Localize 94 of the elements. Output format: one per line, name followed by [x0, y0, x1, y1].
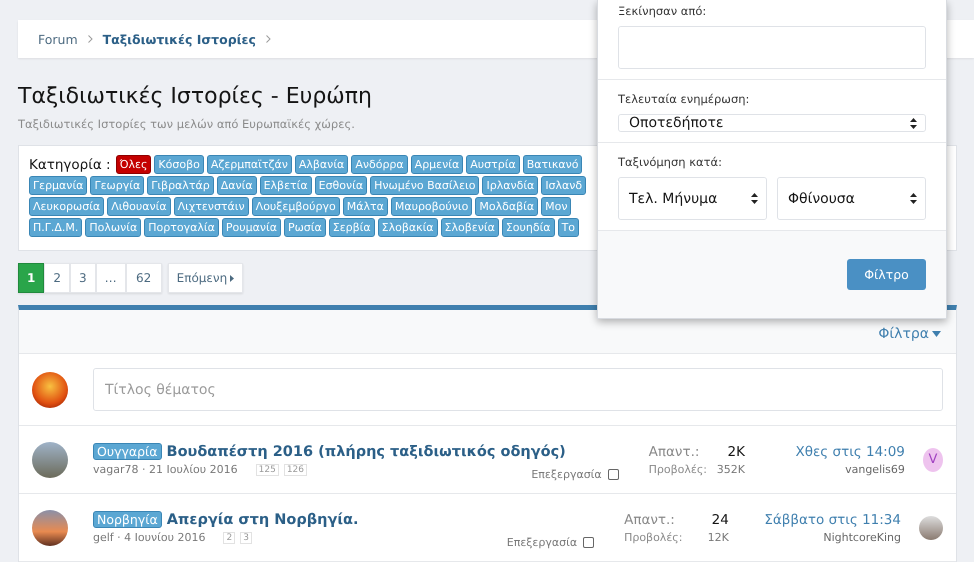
- category-tag[interactable]: Ρουμανία: [222, 218, 281, 237]
- views-label: Προβολές:: [624, 530, 684, 544]
- category-label: Κατηγορία :: [29, 156, 111, 172]
- avatar: [918, 516, 943, 540]
- page-description: Ταξιδιωτικές Ιστορίες των μελών από Ευρωπαϊκές χώρες.: [18, 117, 355, 131]
- field-label: Ταξινόμηση κατά:: [618, 155, 723, 169]
- avatar: [32, 372, 68, 408]
- thread-meta: vagar78 · 21 Ιουλίου 2016: [93, 463, 238, 476]
- page-link[interactable]: 2: [223, 532, 236, 544]
- thread-title[interactable]: Απεργία στη Νορβηγία.: [166, 512, 358, 528]
- category-tag[interactable]: Σλοβακία: [378, 218, 438, 237]
- select-field[interactable]: Τελ. Μήνυμα: [618, 177, 767, 220]
- category-tag[interactable]: Ισλανδ: [541, 176, 586, 195]
- category-tag[interactable]: Μον: [541, 197, 572, 216]
- replies-count: 2K: [726, 444, 745, 460]
- category-tag[interactable]: Γερμανία: [29, 176, 88, 195]
- category-tag[interactable]: Γεωργία: [90, 176, 144, 195]
- started-by-input[interactable]: [618, 26, 926, 69]
- page-link[interactable]: 125: [256, 464, 279, 476]
- page-button[interactable]: …: [96, 263, 126, 293]
- views-count: 352K: [716, 462, 745, 476]
- up-down-caret-icon: [910, 193, 917, 204]
- page-link[interactable]: 3: [240, 532, 252, 544]
- filters-toggle[interactable]: Φίλτρα: [878, 326, 941, 342]
- page-button[interactable]: 3: [70, 263, 96, 293]
- category-tag[interactable]: Κόσοβο: [154, 155, 204, 174]
- prefix-tag[interactable]: Νορβηγία: [93, 511, 162, 528]
- last-post-user[interactable]: NightcoreKing: [823, 530, 901, 544]
- up-down-caret-icon: [910, 118, 917, 128]
- category-tag[interactable]: Λιχτενστάιν: [174, 197, 249, 216]
- letter-avatar: V: [922, 448, 944, 472]
- breadcrumb-link[interactable]: Ταξιδιωτικές Ιστορίες: [102, 32, 256, 46]
- edit-label: Επεξεργασία: [506, 536, 578, 549]
- category-tag[interactable]: Ανδόρρα: [351, 155, 408, 174]
- category-tag[interactable]: Σερβία: [328, 218, 375, 237]
- select-field[interactable]: Φθίνουσα: [777, 177, 926, 220]
- caret-right-icon: [230, 274, 234, 282]
- prefix-tag[interactable]: Ουγγαρία: [93, 443, 162, 460]
- caret-down-icon: [932, 331, 941, 337]
- field-label: Ξεκίνησαν από:: [618, 4, 708, 18]
- category-tag[interactable]: Λιθουανία: [107, 197, 171, 216]
- avatar: [32, 442, 68, 478]
- views-label: Προβολές:: [648, 462, 708, 476]
- category-tag[interactable]: Μαυροβούνιο: [390, 197, 472, 216]
- category-tag[interactable]: Το: [558, 218, 580, 237]
- category-tag[interactable]: Σλοβενία: [440, 218, 499, 237]
- category-tag[interactable]: Αρμενία: [410, 155, 464, 174]
- category-tag[interactable]: Ρωσία: [284, 218, 326, 237]
- replies-label: Απαντ.:: [624, 512, 676, 528]
- page-button[interactable]: 1: [18, 263, 44, 293]
- breadcrumb-link[interactable]: Forum: [38, 32, 78, 46]
- category-tag[interactable]: Μολδαβία: [475, 197, 538, 216]
- filter-button[interactable]: Φίλτρο: [847, 259, 926, 290]
- up-down-caret-icon: [751, 193, 758, 204]
- category-tag[interactable]: Σουηδία: [502, 218, 555, 237]
- checkbox[interactable]: [608, 469, 619, 480]
- category-tag[interactable]: Ηνωμένο Βασίλειο: [370, 176, 480, 195]
- thread-title[interactable]: Βουδαπέστη 2016 (πλήρης ταξιδιωτικός οδηγός): [166, 444, 566, 460]
- category-tag[interactable]: Ελβετία: [260, 176, 312, 195]
- views-count: 12K: [708, 530, 729, 544]
- category-tag[interactable]: Αλβανία: [294, 155, 348, 174]
- page-link[interactable]: 126: [284, 464, 308, 476]
- category-tag[interactable]: Βατικανό: [522, 155, 582, 174]
- category-tag[interactable]: Λευκορωσία: [29, 197, 104, 216]
- chevron-right-icon: [88, 35, 93, 43]
- category-tag[interactable]: Π.Γ.Δ.Μ.: [29, 218, 82, 237]
- category-tag[interactable]: Μάλτα: [342, 197, 388, 216]
- edit-label: Επεξεργασία: [531, 468, 602, 481]
- chevron-right-icon: [266, 35, 271, 43]
- category-tag[interactable]: Αυστρία: [466, 155, 520, 174]
- category-tag[interactable]: Εσθονία: [314, 176, 368, 195]
- select-field[interactable]: Οποτεδήποτε: [618, 114, 926, 132]
- page-button[interactable]: 2: [44, 263, 70, 293]
- category-tag[interactable]: Ιρλανδία: [482, 176, 538, 195]
- field-label: Τελευταία ενημέρωση:: [618, 92, 750, 106]
- category-tag[interactable]: Δανία: [216, 176, 257, 195]
- checkbox[interactable]: [583, 537, 594, 548]
- category-tag[interactable]: Αζερμπαϊτζάν: [206, 155, 292, 174]
- category-tag[interactable]: Όλες: [116, 155, 152, 174]
- last-post-time[interactable]: Σάββατο στις 11:34: [764, 512, 901, 528]
- thread-meta: gelf · 4 Ιουνίου 2016: [93, 531, 206, 544]
- replies-count: 24: [710, 512, 729, 528]
- category-tag[interactable]: Πορτογαλία: [144, 218, 219, 237]
- next-page-button[interactable]: Επόμενη: [168, 263, 244, 293]
- category-tag[interactable]: Γιβραλτάρ: [147, 176, 214, 195]
- last-post-user[interactable]: vangelis69: [845, 462, 905, 476]
- avatar: [32, 510, 68, 546]
- page-button[interactable]: 62: [126, 263, 162, 293]
- category-tag[interactable]: Λουξεμβούργο: [252, 197, 340, 216]
- category-tag[interactable]: Πολωνία: [85, 218, 142, 237]
- thread-title-input[interactable]: Τίτλος θέματος: [93, 368, 943, 411]
- page-title: Ταξιδιωτικές Ιστορίες - Ευρώπη: [18, 84, 372, 109]
- replies-label: Απαντ.:: [648, 444, 700, 460]
- last-post-time[interactable]: Χθες στις 14:09: [796, 444, 905, 460]
